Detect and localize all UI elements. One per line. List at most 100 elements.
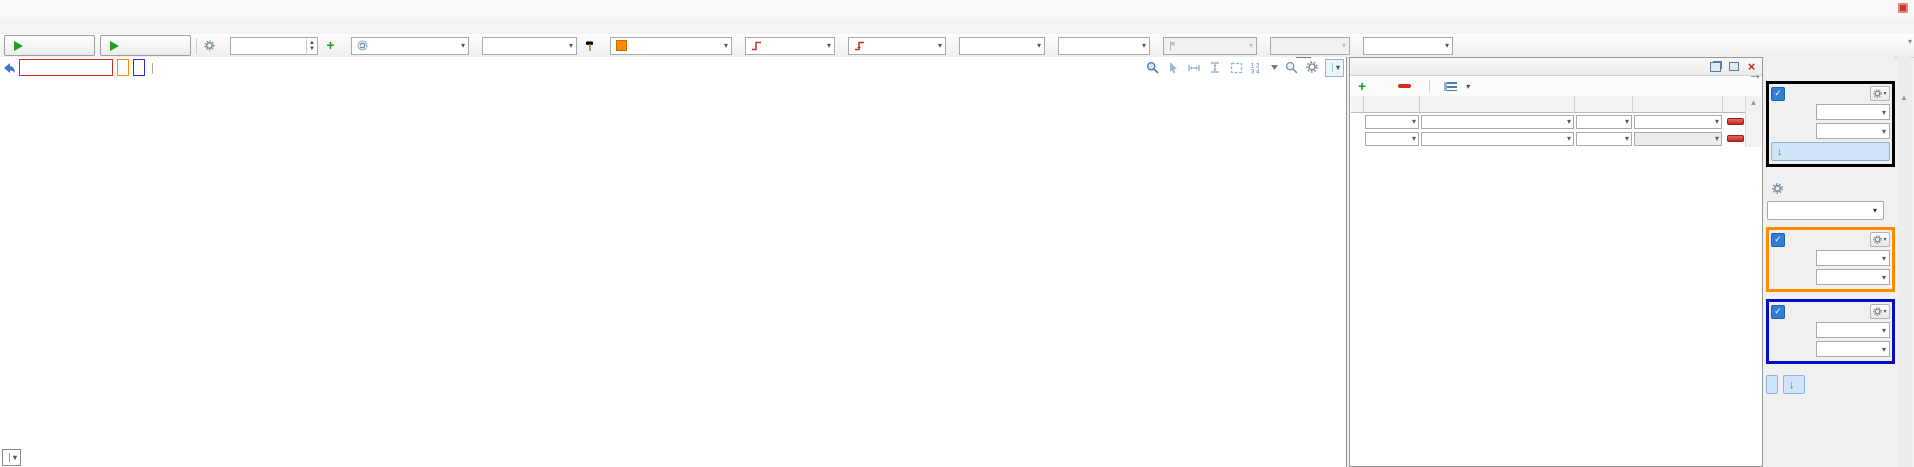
hysteresis-dropdown[interactable]	[1058, 37, 1150, 55]
channel1-settings-gear-icon[interactable]	[1870, 232, 1890, 247]
wavegens-button[interactable]: ↓	[1783, 375, 1805, 394]
cursor2-ref-dropdown[interactable]	[1576, 132, 1632, 146]
down-arrow-icon: ↓	[1789, 379, 1795, 391]
holdoff-dropdown[interactable]	[1363, 37, 1453, 55]
options-header[interactable]	[1772, 183, 1788, 194]
level-dropdown[interactable]	[959, 37, 1045, 55]
buffer-gear-icon[interactable]	[202, 38, 217, 53]
scope-plot-panel: | 1 23 4	[0, 57, 1347, 467]
filters-button[interactable]	[1766, 375, 1778, 394]
clear-cursors-button[interactable]	[1398, 84, 1415, 88]
time-settings-gear-icon[interactable]	[1870, 86, 1890, 101]
y-cursors-title-bar[interactable]: ×	[1350, 58, 1762, 76]
type-dropdown[interactable]	[745, 37, 835, 55]
options-gear-icon	[1772, 183, 1783, 194]
row-number	[1351, 130, 1364, 147]
sidebar-scrollbar[interactable]: ▲	[1898, 57, 1911, 467]
fit-width-icon[interactable]	[1186, 60, 1203, 75]
pointer-icon[interactable]	[1165, 60, 1182, 75]
trigger-dropdown[interactable]	[482, 37, 577, 55]
view-options-dropdown-icon[interactable]	[1270, 60, 1279, 75]
cursor1-delta-dropdown[interactable]	[1634, 115, 1722, 129]
channel2-status-badge[interactable]	[133, 59, 145, 76]
buffer-input[interactable]	[231, 39, 303, 53]
single-button[interactable]	[4, 35, 95, 56]
source-dropdown[interactable]	[610, 37, 732, 55]
rising-edge-icon	[854, 41, 866, 51]
column-header	[1351, 96, 1364, 113]
lcondition-dropdown	[1163, 37, 1257, 55]
add-mode-icon[interactable]: +	[323, 38, 338, 53]
fit-height-icon[interactable]	[1207, 60, 1224, 75]
channel1-offset-dropdown[interactable]	[1816, 250, 1890, 266]
toolbar-overflow-icon[interactable]: ▾	[1908, 37, 1912, 46]
magnifier-icon[interactable]	[1283, 60, 1300, 75]
scope-settings-sidebar: → ✓ ↓ ✓	[1764, 57, 1894, 467]
source-hammer-icon[interactable]	[582, 38, 597, 53]
run-button[interactable]	[100, 35, 191, 56]
column-header-position	[1420, 96, 1575, 113]
cursor2-position-dropdown[interactable]	[1421, 132, 1574, 146]
collapse-panel-icon[interactable]: →	[1748, 66, 1762, 82]
plus-icon: +	[1358, 81, 1366, 92]
svg-text:3 4: 3 4	[1251, 69, 1260, 74]
time-enable-checkbox[interactable]: ✓	[1771, 87, 1785, 101]
y-axis-dropdown[interactable]	[1325, 59, 1344, 77]
back-arrow-icon[interactable]	[2, 62, 15, 74]
buffer-stepper[interactable]: ▲▼	[230, 37, 318, 55]
plot-header: | 1 23 4	[2, 58, 1344, 77]
table-scrollbar[interactable]: ▲	[1745, 96, 1761, 147]
float-panel-icon[interactable]	[1709, 61, 1722, 73]
maximize-panel-icon[interactable]	[1727, 61, 1740, 73]
clear-icon	[1398, 84, 1411, 88]
time-group: ✓ ↓	[1766, 81, 1895, 167]
play-once-icon	[14, 41, 23, 51]
remove-cursor2-button[interactable]	[1727, 135, 1744, 142]
cursor1-position-dropdown[interactable]	[1421, 115, 1574, 129]
column-header-channel	[1364, 96, 1420, 113]
scroll-up-icon[interactable]: ▲	[1900, 93, 1908, 102]
show-menu-button[interactable]	[1444, 82, 1470, 91]
column-header	[1723, 96, 1747, 113]
view-tab-bar	[0, 17, 1914, 35]
time-base-dropdown[interactable]	[1816, 123, 1890, 139]
channel2-range-dropdown[interactable]	[1816, 341, 1890, 357]
waveforms-scope-window: { "menu": {"items": ["File", "Control", …	[0, 0, 1914, 467]
x-axis-dropdown[interactable]	[2, 449, 21, 466]
scroll-up-icon[interactable]: ▲	[1750, 98, 1758, 147]
column-header-ref	[1575, 96, 1633, 113]
column-header-delta	[1633, 96, 1723, 113]
fit-screen-icon[interactable]	[1228, 60, 1245, 75]
down-arrow-icon: ↓	[1777, 146, 1783, 158]
mode-dropdown[interactable]	[351, 37, 469, 55]
add-channel-button[interactable]	[1767, 201, 1884, 220]
channel2-group: ✓	[1766, 299, 1895, 364]
divider	[196, 38, 197, 54]
add-normal-cursor-button[interactable]: +	[1358, 81, 1370, 92]
stepper-arrows-icon[interactable]: ▲▼	[306, 39, 317, 53]
channel2-enable-checkbox[interactable]: ✓	[1771, 305, 1785, 319]
channel1-range-dropdown[interactable]	[1816, 269, 1890, 285]
condition-dropdown[interactable]	[848, 37, 946, 55]
list-icon	[1444, 82, 1457, 91]
channel1-color-swatch	[616, 40, 627, 51]
cursor1-channel-dropdown[interactable]	[1365, 115, 1419, 129]
plot-settings-gear-icon[interactable]	[1304, 60, 1321, 75]
edge-type-icon	[751, 41, 763, 51]
cursor2-channel-dropdown[interactable]	[1365, 132, 1419, 146]
zoom-select-icon[interactable]	[1144, 60, 1161, 75]
waveform-canvas[interactable]	[0, 57, 1347, 467]
rate-samples-button[interactable]: ↓	[1771, 142, 1890, 161]
remove-cursor1-button[interactable]	[1727, 118, 1744, 125]
flag-icon	[1169, 41, 1178, 51]
channel1-enable-checkbox[interactable]: ✓	[1771, 233, 1785, 247]
channel2-settings-gear-icon[interactable]	[1870, 304, 1890, 319]
channel1-status-badge[interactable]	[117, 59, 129, 76]
menu-bar	[0, 0, 1914, 17]
time-position-dropdown[interactable]	[1816, 104, 1890, 120]
play-icon	[110, 41, 119, 51]
acquisition-status	[19, 59, 113, 76]
channel2-offset-dropdown[interactable]	[1816, 322, 1890, 338]
cursor1-ref-dropdown[interactable]	[1576, 115, 1632, 129]
multi-scale-icon[interactable]: 1 23 4	[1249, 60, 1266, 75]
